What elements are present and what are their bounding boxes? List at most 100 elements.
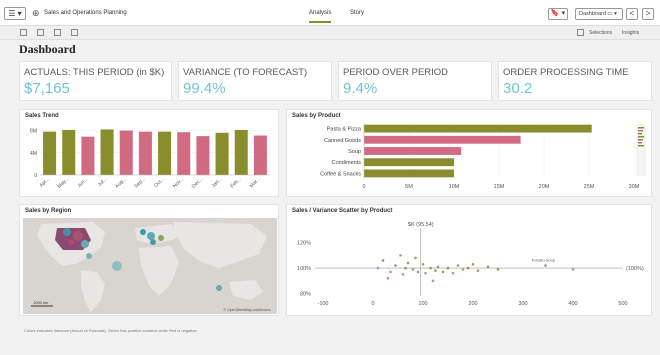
step-back-icon[interactable] [37, 29, 44, 36]
panel-title: Sales by Region [25, 208, 72, 214]
scatter-point [496, 268, 500, 271]
page-title: Dashboard [19, 42, 76, 56]
region-bubble [147, 232, 155, 240]
trend-bar [43, 131, 57, 175]
x-tick-label: May... [57, 176, 71, 190]
panel-title: Sales / Variance Scatter by Product [292, 208, 393, 214]
scatter-point [466, 266, 470, 270]
next-sheet-button[interactable]: > [642, 8, 654, 20]
scatter-point [429, 266, 432, 270]
map-scale-label: 1000 km [33, 300, 49, 305]
region-map[interactable]: 1000 km © OpenStreetMap contributors [23, 218, 277, 314]
scatter-panel[interactable]: Sales / Variance Scatter by Product 120%… [286, 204, 652, 316]
app-title: Sales and Operations Planning [44, 10, 127, 16]
selection-toolbar: Selections Insights [0, 26, 660, 40]
kpi-variance[interactable]: VARIANCE (TO FORECAST) 99.4% [178, 61, 332, 101]
x-tick-label: 5M [405, 184, 413, 190]
trend-bar [100, 129, 114, 175]
x-tick-label: 30M [629, 184, 640, 190]
scatter-point [394, 264, 397, 267]
trend-bar [119, 130, 133, 175]
step-forward-icon[interactable] [54, 29, 61, 36]
sheet-selector[interactable]: Dashboard ▭ ▾ [575, 8, 623, 20]
region-bubble [81, 240, 89, 248]
scatter-point [441, 270, 445, 274]
scatter-point [446, 266, 450, 270]
scatter-point [434, 269, 437, 272]
bookmark-button[interactable]: 🔖 ▾ [548, 8, 568, 20]
x-tick-label: Dec... [191, 176, 204, 189]
x-tick-label: 500 [618, 301, 627, 307]
mini-bar [638, 142, 642, 144]
scatter-point [386, 276, 390, 280]
product-bar [364, 169, 454, 178]
kpi-label: ORDER PROCESSING TIME [503, 67, 629, 78]
region-bubble [216, 285, 222, 291]
clear-selections-icon[interactable] [71, 29, 78, 36]
scatter-point [471, 262, 475, 266]
kpi-period-over-period[interactable]: PERIOD OVER PERIOD 9.4% [338, 61, 492, 101]
kpi-value: 9.4% [343, 80, 378, 97]
mini-bar [638, 130, 643, 132]
x-tick-label: 0 [371, 301, 374, 307]
kpi-order-processing[interactable]: ORDER PROCESSING TIME 30.2 [498, 61, 652, 101]
product-bar [364, 147, 462, 155]
scatter-point [421, 262, 425, 266]
trend-bar [158, 131, 172, 175]
region-bubble [68, 239, 74, 245]
scatter-point [406, 261, 410, 265]
x-tick-label: 200 [468, 301, 477, 307]
sales-trend-chart[interactable]: 8M 4M 0Apr... May... Jun... Jul... Aug... Sep..… [20, 119, 278, 197]
y-tick-label: 0 [34, 173, 37, 179]
selections-icon [577, 29, 584, 36]
menu-button[interactable]: ☰ ▾ [4, 7, 26, 20]
y-tick-label: 4M [30, 151, 37, 157]
prev-sheet-button[interactable]: < [626, 8, 638, 20]
trend-bar [62, 130, 76, 175]
scatter-point [486, 265, 490, 269]
x-tick-label: 100 [418, 301, 427, 307]
x-tick-label: Jun... [76, 176, 89, 189]
sales-by-product-chart[interactable]: 0 5M 10M 15M 20M 25M 30M Pasta & Pizza Canned Go… [287, 119, 651, 197]
region-bubble [73, 231, 83, 241]
smart-search-icon[interactable] [20, 29, 27, 36]
point-annotation: Tomato Soup [532, 258, 556, 263]
sales-by-region-panel[interactable]: Sales by Region 1000 km © OpenStreetMap … [19, 204, 279, 316]
x-tick-label: 300 [518, 301, 527, 307]
x-tick-label: Apr... [38, 176, 51, 189]
y-tick-label: 8M [30, 129, 37, 135]
mini-bar [638, 139, 643, 141]
trend-bar [196, 136, 210, 175]
x-tick-label: Aug... [114, 176, 127, 189]
x-tick-label: 20M [539, 184, 550, 190]
kpi-value: 30.2 [503, 80, 533, 97]
scatter-point [476, 269, 480, 272]
product-label: Soup [348, 149, 361, 155]
scatter-point [461, 268, 465, 271]
product-label: Canned Goods [324, 138, 361, 144]
scatter-point [401, 273, 405, 276]
kpi-value: 99.4% [183, 80, 226, 97]
mini-bar [638, 127, 644, 129]
trend-bar [138, 131, 152, 175]
scatter-point [389, 270, 392, 274]
y-tick-label: 100% [297, 266, 311, 272]
scatter-chart[interactable]: 120% 100% 80% -100 0 100 200 300 400 500 $K (95.54… [287, 216, 651, 316]
trend-bar [177, 132, 191, 175]
kpi-actuals[interactable]: ACTUALS: THIS PERIOD (in $K) $7,165 [19, 61, 172, 101]
x-tick-label: Mar... [249, 176, 262, 189]
x-tick-label: 15M [494, 184, 505, 190]
mini-bar [638, 136, 644, 138]
product-label: Pasta & Pizza [327, 127, 362, 133]
scatter-point [431, 279, 435, 283]
insights-button[interactable]: Insights [622, 30, 639, 36]
sales-trend-panel[interactable]: Sales Trend 8M 4M 0 Apr... May... Jun... Jul..… [19, 109, 279, 197]
footnote: Colors indicates Variance (Actual vs For… [24, 328, 198, 333]
tab-story[interactable]: Story [350, 10, 364, 16]
region-bubble [112, 261, 122, 271]
tab-analysis[interactable]: Analysis [309, 10, 332, 23]
scatter-point [404, 266, 407, 270]
scatter-point [411, 268, 415, 271]
sales-by-product-panel[interactable]: Sales by Product 0 5M 10M 15M 20M 25M 30M Pasta… [286, 109, 652, 197]
selections-button[interactable]: Selections [589, 30, 612, 36]
